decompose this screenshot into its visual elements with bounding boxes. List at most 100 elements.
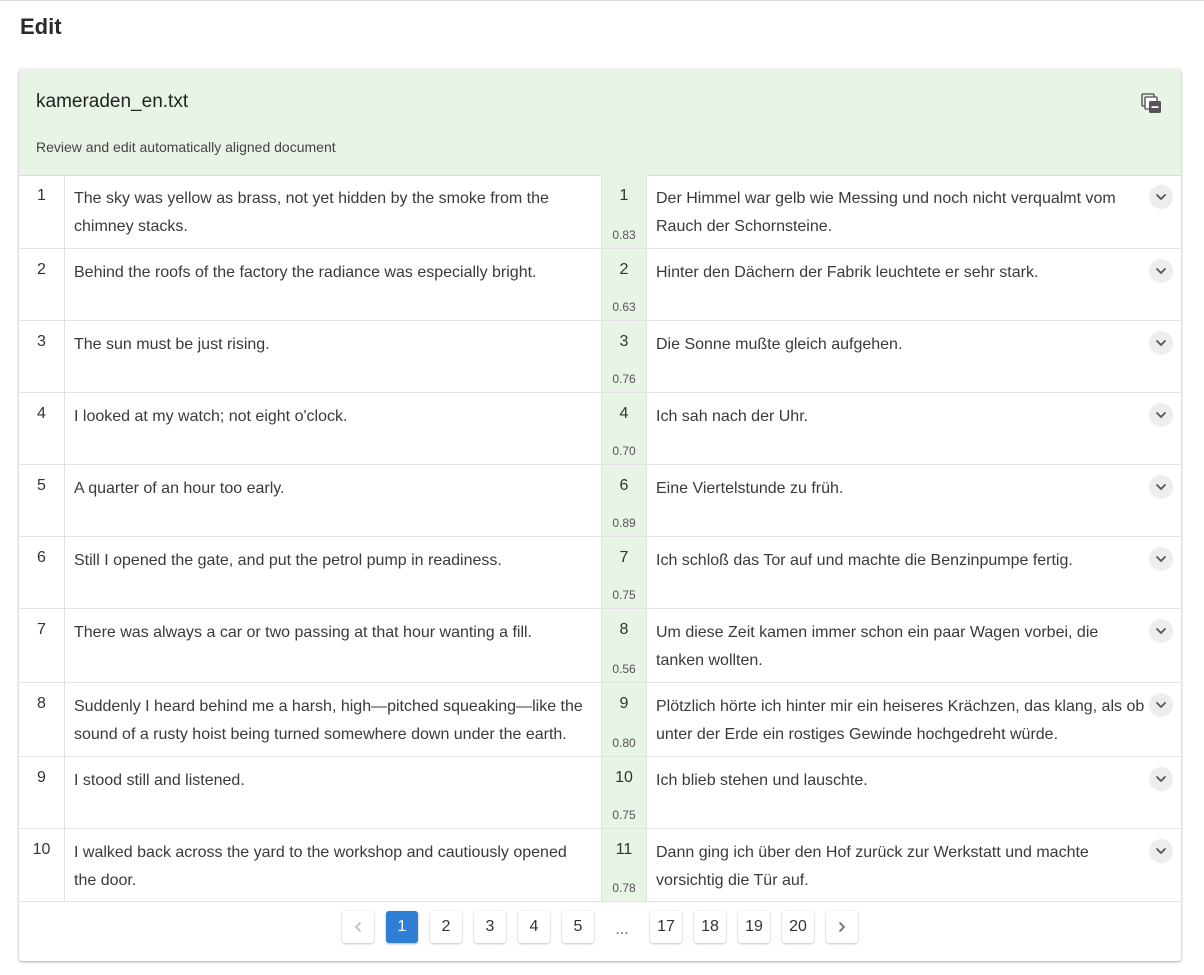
target-line-number: 3 xyxy=(619,333,629,350)
expand-row-button[interactable] xyxy=(1149,839,1173,863)
target-sentence[interactable]: Hinter den Dächern der Fabrik leuchtete … xyxy=(648,249,1148,287)
expand-row-button[interactable] xyxy=(1149,259,1173,283)
target-line-cell: 3 0.76 xyxy=(601,321,647,392)
page-button[interactable]: 4 xyxy=(518,911,550,943)
target-line-cell: 6 0.89 xyxy=(601,465,647,536)
target-sentence[interactable]: Um diese Zeit kamen immer schon ein paar… xyxy=(648,609,1148,675)
alignment-row: 9I stood still and listened. 10 0.75 Ich bl… xyxy=(19,757,1181,829)
source-sentence[interactable]: Suddenly I heard behind me a harsh, high… xyxy=(66,683,601,749)
target-line-number: 1 xyxy=(619,187,629,204)
target-line-cell: 2 0.63 xyxy=(601,249,647,320)
target-sentence[interactable]: Die Sonne mußte gleich aufgehen. xyxy=(648,321,1148,359)
alignment-card: kameraden_en.txt Review and edit automat… xyxy=(19,69,1181,961)
alignment-row: 3 The sun must be just rising. 3 0.76 Die So… xyxy=(19,321,1181,393)
source-sentence[interactable]: Behind the roofs of the factory the radi… xyxy=(66,249,601,287)
expand-row-button[interactable] xyxy=(1149,693,1173,717)
file-name: kameraden_en.txt xyxy=(36,91,189,112)
expand-row-button[interactable] xyxy=(1149,403,1173,427)
target-sentence[interactable]: Ich sah nach der Uhr. xyxy=(648,393,1148,431)
alignment-score: 0.75 xyxy=(612,588,636,602)
target-line-cell: 4 0.70 xyxy=(601,393,647,464)
source-line-number: 4 xyxy=(19,393,65,464)
expand-row-button[interactable] xyxy=(1149,619,1173,643)
source-line-number: 8 xyxy=(19,683,65,756)
chevron-down-icon xyxy=(1156,848,1166,854)
card-subtitle: Review and edit automatically aligned do… xyxy=(36,139,336,155)
target-line-number: 2 xyxy=(619,261,629,278)
target-line-number: 6 xyxy=(619,477,629,494)
source-sentence[interactable]: I looked at my watch; not eight o'clock. xyxy=(66,393,601,431)
source-sentence[interactable]: I stood still and listened. xyxy=(66,757,601,795)
target-sentence[interactable]: Dann ging ich über den Hof zurück zur We… xyxy=(648,829,1148,895)
target-sentence[interactable]: Eine Viertelstunde zu früh. xyxy=(648,465,1148,503)
target-line-cell: 10 0.75 xyxy=(601,757,647,828)
target-line-number: 7 xyxy=(619,549,629,566)
chevron-down-icon xyxy=(1156,268,1166,274)
source-sentence[interactable]: A quarter of an hour too early. xyxy=(66,465,601,503)
alignment-score: 0.70 xyxy=(612,444,636,458)
target-line-number: 9 xyxy=(619,695,629,712)
page-button[interactable]: 19 xyxy=(738,911,770,943)
source-line-number: 5 xyxy=(19,465,65,536)
source-sentence[interactable]: The sky was yellow as brass, not yet hid… xyxy=(66,175,601,241)
chevron-down-icon xyxy=(1156,340,1166,346)
page-button[interactable]: 3 xyxy=(474,911,506,943)
copy-button[interactable] xyxy=(1137,89,1165,117)
chevron-down-icon xyxy=(1156,556,1166,562)
source-line-number: 9 xyxy=(19,757,65,828)
page-button[interactable]: 5 xyxy=(562,911,594,943)
target-line-number: 8 xyxy=(619,621,629,638)
page-button[interactable]: 2 xyxy=(430,911,462,943)
target-line-cell: 11 0.78 xyxy=(601,829,647,901)
page-button[interactable]: 1 xyxy=(386,911,418,943)
source-sentence[interactable]: There was always a car or two passing at… xyxy=(66,609,601,647)
alignment-score: 0.83 xyxy=(612,228,636,242)
alignment-rows: 1 The sky was yellow as brass, not yet hi… xyxy=(19,175,1181,902)
target-sentence[interactable]: Ich blieb stehen und lauschte. xyxy=(648,757,1148,795)
next-page-button[interactable] xyxy=(826,911,858,943)
alignment-score: 0.75 xyxy=(612,808,636,822)
source-line-number: 1 xyxy=(19,175,65,248)
target-sentence[interactable]: Ich schloß das Tor auf und machte die Be… xyxy=(648,537,1148,575)
alignment-row: 2 Behind the roofs of the factory the rad… xyxy=(19,249,1181,321)
chevron-down-icon xyxy=(1156,194,1166,200)
source-line-number: 6 xyxy=(19,537,65,608)
source-sentence[interactable]: Still I opened the gate, and put the pet… xyxy=(66,537,601,575)
alignment-row: 10 I walked back across the yard to the w… xyxy=(19,829,1181,902)
alignment-score: 0.80 xyxy=(612,736,636,750)
prev-page-button[interactable] xyxy=(342,911,374,943)
source-line-number: 7 xyxy=(19,609,65,682)
source-sentence[interactable]: The sun must be just rising. xyxy=(66,321,601,359)
expand-row-button[interactable] xyxy=(1149,767,1173,791)
expand-row-button[interactable] xyxy=(1149,331,1173,355)
target-line-number: 4 xyxy=(619,405,629,422)
target-sentence[interactable]: Plötzlich hörte ich hinter mir ein heise… xyxy=(648,683,1148,749)
chevron-right-icon xyxy=(839,922,845,932)
alignment-row: 1 The sky was yellow as brass, not yet hi… xyxy=(19,175,1181,249)
chevron-down-icon xyxy=(1156,628,1166,634)
page-button[interactable]: 20 xyxy=(782,911,814,943)
source-line-number: 2 xyxy=(19,249,65,320)
alignment-row: 6 Still I opened the gate, and put the pe… xyxy=(19,537,1181,609)
alignment-score: 0.89 xyxy=(612,516,636,530)
expand-row-button[interactable] xyxy=(1149,475,1173,499)
source-sentence[interactable]: I walked back across the yard to the wor… xyxy=(66,829,601,895)
alignment-row: 7 There was always a car or two passing a… xyxy=(19,609,1181,683)
copy-icon xyxy=(1141,93,1161,113)
source-line-number: 3 xyxy=(19,321,65,392)
page-button[interactable]: 17 xyxy=(650,911,682,943)
alignment-row: 4I looked at my watch; not eight o'clock… xyxy=(19,393,1181,465)
chevron-left-icon xyxy=(355,922,361,932)
chevron-down-icon xyxy=(1156,484,1166,490)
page-button[interactable]: 18 xyxy=(694,911,726,943)
top-divider xyxy=(0,0,1204,1)
card-header: kameraden_en.txt Review and edit automat… xyxy=(19,69,1181,176)
expand-row-button[interactable] xyxy=(1149,547,1173,571)
alignment-score: 0.56 xyxy=(612,662,636,676)
target-line-number: 10 xyxy=(615,769,633,786)
alignment-row: 8 Suddenly I heard behind me a harsh, hig… xyxy=(19,683,1181,757)
chevron-down-icon xyxy=(1156,776,1166,782)
target-sentence[interactable]: Der Himmel war gelb wie Messing und noch… xyxy=(648,175,1148,241)
expand-row-button[interactable] xyxy=(1149,185,1173,209)
pagination-ellipsis: ... xyxy=(615,921,629,938)
